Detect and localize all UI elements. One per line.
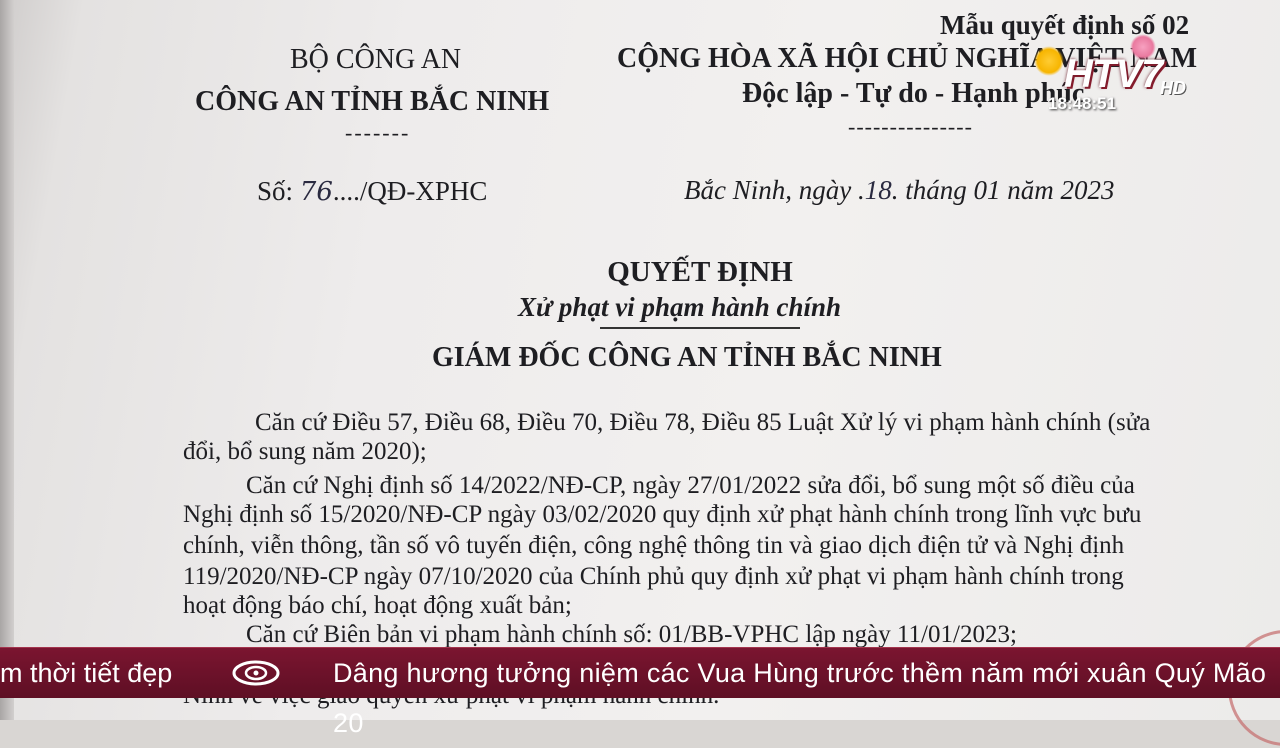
document-title: QUYẾT ĐỊNH [607,256,793,288]
paragraph-line: Căn cứ Biên bản vi phạm hành chính số: 0… [246,621,1017,648]
apricot-flower-icon [1034,46,1064,76]
place-and-date: Bắc Ninh, ngày .18. tháng 01 năm 2023 [684,175,1114,206]
docno-handwritten: 76 [299,177,333,207]
issuer-title: GIÁM ĐỐC CÔNG AN TỈNH BẮC NINH [432,342,942,373]
paragraph-line: Căn cứ Nghị định số 14/2022/NĐ-CP, ngày … [246,472,1135,499]
ticker-headline: Dâng hương tưởng niệm các Vua Hùng trước… [333,658,1267,738]
paragraph-line: 119/2020/NĐ-CP ngày 07/10/2020 của Chính… [183,563,1124,590]
htv-ring-logo-icon [232,660,280,686]
channel-logo: HTV7 [1064,52,1163,96]
paragraph-line: chính, viễn thông, tần số vô tuyến điện,… [183,532,1125,559]
place-date-prefix: Bắc Ninh, ngày . [684,175,865,205]
ticker-previous-text: m thời tiết đẹp [0,658,173,688]
subtitle-underline [600,327,800,329]
document-number: Số: 76..../QĐ-XPHC [257,176,487,207]
national-motto: Độc lập - Tự do - Hạnh phúc [742,78,1085,109]
document-subtitle: Xử phạt vi phạm hành chính [518,292,842,322]
docno-suffix: ..../QĐ-XPHC [332,176,488,206]
paper-edge [0,0,14,720]
paragraph-line: hoạt động báo chí, hoạt động xuất bản; [183,592,572,619]
date-handwritten: 18 [864,175,892,205]
docno-prefix: Số: [257,176,300,206]
header-divider-right: --------------- [848,114,973,139]
paragraph-line: Căn cứ Điều 57, Điều 68, Điều 70, Điều 7… [255,409,1151,436]
paragraph-line: đổi, bổ sung năm 2020); [183,438,427,465]
news-ticker: m thời tiết đẹp Dâng hương tưởng niệm cá… [0,647,1280,738]
channel-hd-badge: HD [1160,78,1186,98]
paragraph-line: Nghị định số 15/2020/NĐ-CP ngày 03/02/20… [183,501,1142,528]
ministry-name: BỘ CÔNG AN [290,44,462,75]
header-divider-left: ------- [345,120,411,145]
place-date-suffix: . tháng 01 năm 2023 [891,175,1115,205]
broadcast-clock: 18:48:51 [1048,94,1117,113]
department-name: CÔNG AN TỈNH BẮC NINH [195,86,550,117]
